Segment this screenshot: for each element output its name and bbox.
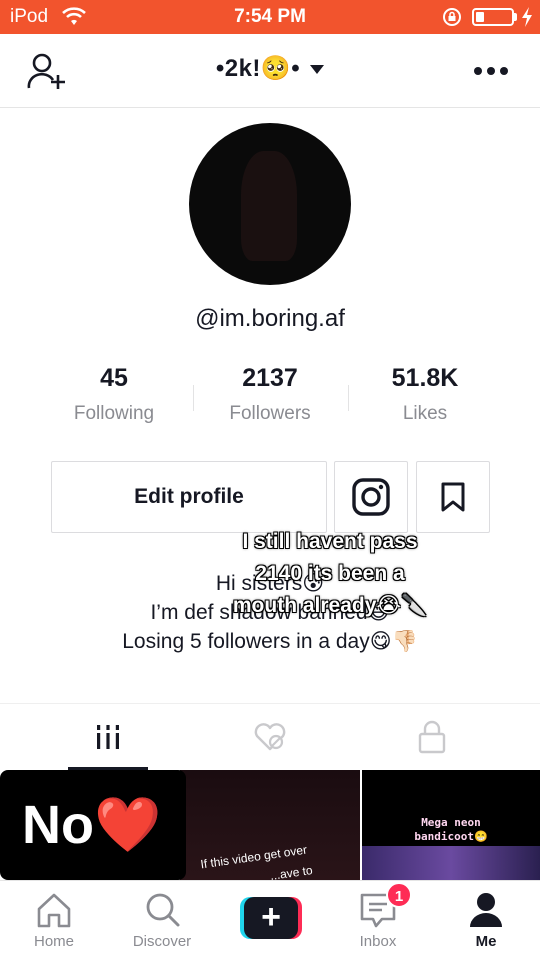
bottom-nav: Home Discover + Inbox 1 Me xyxy=(0,880,540,960)
bookmark-icon xyxy=(441,482,465,512)
divider xyxy=(193,385,194,411)
caption-line: 2140 its been a xyxy=(255,562,405,585)
likes-label: Likes xyxy=(402,403,448,424)
likes-count: 51.8K xyxy=(391,364,459,392)
divider xyxy=(348,385,349,411)
favorites-button[interactable] xyxy=(416,461,490,533)
overlay-caption: I still havent pass 2140 its been a mout… xyxy=(200,526,460,622)
video-thumbnail[interactable]: No❤️ xyxy=(0,770,186,880)
profile-header: •2k!🥺• xyxy=(0,34,540,108)
caption-line: mouth already😭🔪 xyxy=(232,594,428,617)
video-thumbnail[interactable]: If this video get over ...ave to xyxy=(180,770,360,880)
likes-stat[interactable]: 51.8K Likes xyxy=(350,364,500,425)
video-caption: ...ave to xyxy=(269,863,314,880)
nav-label: Home xyxy=(33,933,74,950)
bolt-icon xyxy=(522,7,532,27)
nav-home[interactable]: Home xyxy=(0,881,108,960)
nav-discover[interactable]: Discover xyxy=(108,881,216,960)
tab-liked[interactable] xyxy=(180,704,360,770)
video-thumbnail[interactable]: Mega neon bandicoot😁 xyxy=(362,770,540,880)
grid-icon xyxy=(97,725,119,749)
lock-icon xyxy=(418,720,446,754)
person-icon xyxy=(470,893,502,927)
video-caption: Mega neon bandicoot😁 xyxy=(362,816,540,844)
status-bar: iPod 7:54 PM xyxy=(0,0,540,34)
nav-inbox[interactable]: Inbox xyxy=(324,881,432,960)
following-label: Following xyxy=(73,403,155,424)
caption-line: I still havent pass xyxy=(242,530,418,553)
inbox-badge: 1 xyxy=(386,882,412,908)
battery-icon xyxy=(472,8,514,26)
profile-handle: @im.boring.af xyxy=(195,305,345,332)
rotation-lock-icon xyxy=(443,8,461,26)
following-count: 45 xyxy=(100,364,128,392)
followers-label: Followers xyxy=(229,403,311,424)
followers-stat[interactable]: 2137 Followers xyxy=(195,364,345,425)
bio-line: Losing 5 followers in a day😋👎🏻 xyxy=(122,630,418,653)
battery-tip xyxy=(514,13,517,21)
video-grid: If this video get over ...ave to No❤️ Me… xyxy=(0,770,540,880)
nav-me[interactable]: Me xyxy=(432,881,540,960)
create-video-button[interactable]: + xyxy=(240,897,302,939)
video-caption: No❤️ xyxy=(22,795,162,855)
followers-count: 2137 xyxy=(242,364,298,392)
search-icon xyxy=(146,893,180,927)
chevron-down-icon xyxy=(310,65,325,75)
plus-icon: + xyxy=(244,897,298,939)
edit-profile-button[interactable]: Edit profile xyxy=(51,461,327,533)
profile-tabs xyxy=(0,703,540,770)
tab-videos[interactable] xyxy=(18,704,198,770)
username-label: •2k!🥺• xyxy=(215,55,301,82)
instagram-button[interactable] xyxy=(334,461,408,533)
tab-private[interactable] xyxy=(342,704,522,770)
nav-label: Inbox xyxy=(359,933,397,950)
following-stat[interactable]: 45 Following xyxy=(39,364,189,425)
avatar[interactable] xyxy=(189,123,351,285)
video-caption-line: bandicoot😁 xyxy=(414,830,488,843)
video-caption-line: Mega neon xyxy=(421,816,481,829)
hidden-heart-icon xyxy=(254,723,286,751)
home-icon xyxy=(37,893,71,928)
instagram-icon xyxy=(352,478,390,516)
account-switcher[interactable]: •2k!🥺• xyxy=(0,54,540,83)
nav-label: Discover xyxy=(132,933,192,950)
more-dots-icon[interactable] xyxy=(474,67,510,77)
nav-label: Me xyxy=(475,933,497,950)
video-scene xyxy=(362,846,540,880)
